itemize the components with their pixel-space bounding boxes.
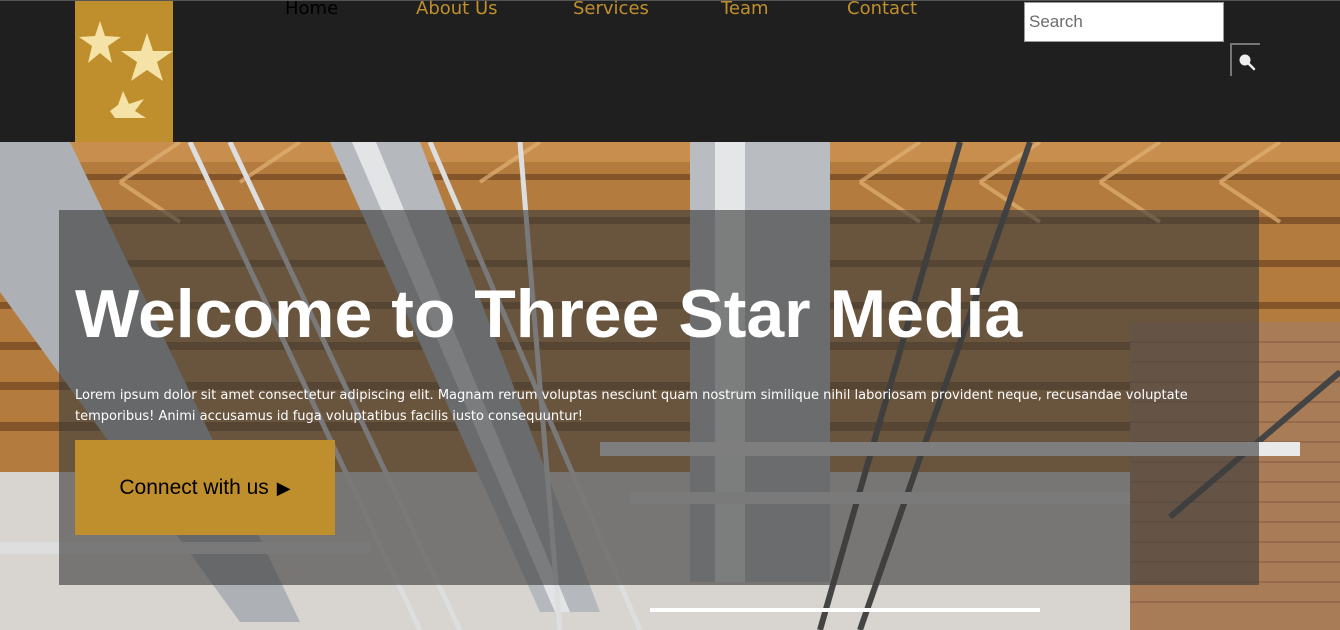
- search-icon: [1239, 54, 1256, 71]
- connect-with-us-button[interactable]: Connect with us ▶: [75, 440, 335, 535]
- three-stars-icon: [79, 21, 173, 118]
- site-header: Home About Us Services Team Contact: [0, 0, 1340, 143]
- hero-title: Welcome to Three Star Media: [75, 276, 1023, 352]
- nav-team-link[interactable]: Team: [721, 0, 769, 23]
- nav-contact-link[interactable]: Contact: [847, 0, 917, 23]
- nav-home-link[interactable]: Home: [285, 0, 338, 23]
- nav-about-link[interactable]: About Us: [416, 0, 498, 23]
- three-stars-logo[interactable]: [75, 1, 173, 143]
- cta-label: Connect with us: [119, 475, 269, 499]
- hero-overlay-panel: Welcome to Three Star Media Lorem ipsum …: [59, 210, 1259, 585]
- search-button[interactable]: [1230, 43, 1260, 76]
- hero-section: Welcome to Three Star Media Lorem ipsum …: [0, 142, 1340, 630]
- nav-services-link[interactable]: Services: [573, 0, 649, 23]
- hero-description: Lorem ipsum dolor sit amet consectetur a…: [75, 388, 1188, 424]
- search-input[interactable]: [1024, 2, 1224, 42]
- play-arrow-icon: ▶: [276, 477, 291, 498]
